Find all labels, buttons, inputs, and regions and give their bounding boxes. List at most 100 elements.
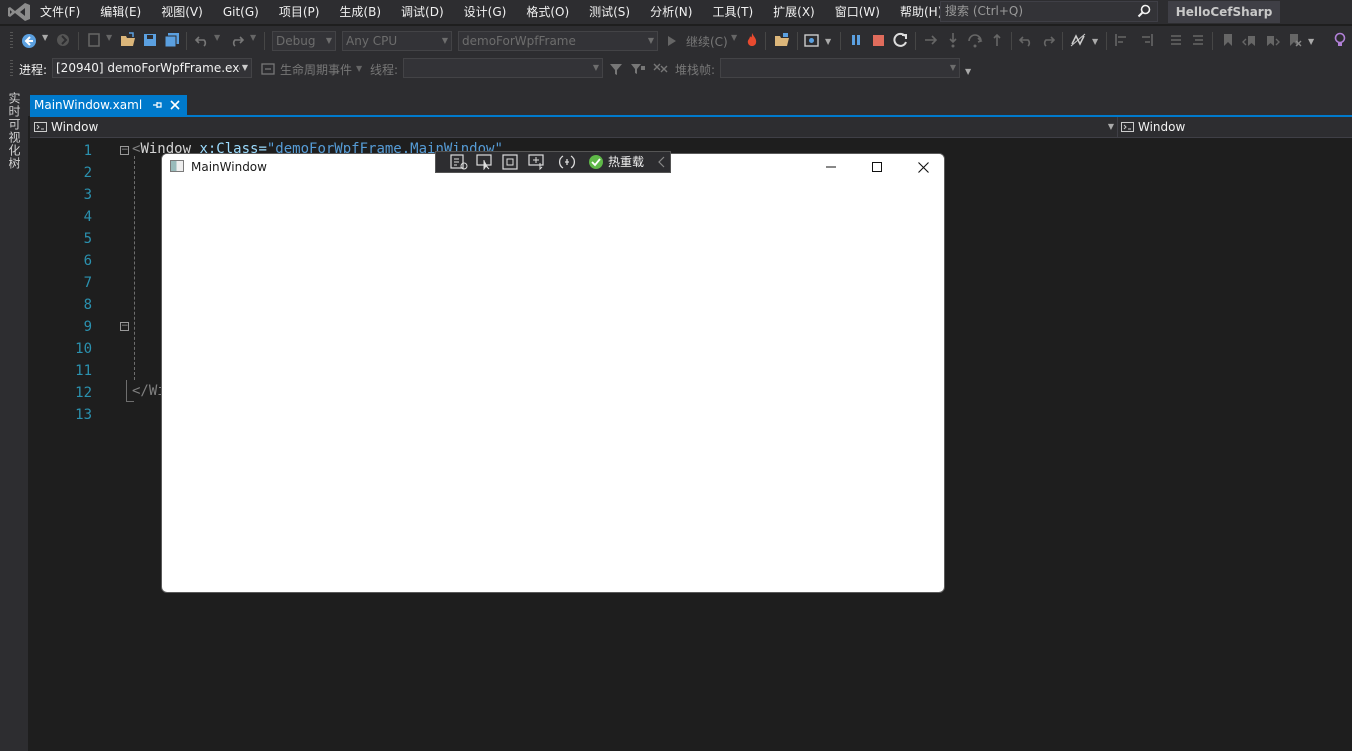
solution-name: HelloCefSharp — [1168, 1, 1280, 23]
separator — [186, 32, 187, 50]
live-visual-tree-tab[interactable]: 实时可视化树 — [6, 92, 23, 170]
separator — [765, 32, 766, 50]
toolbar-overflow-icon[interactable]: ▼ — [1308, 37, 1314, 46]
navigate-forward-icon[interactable] — [55, 32, 71, 48]
menu-analyze[interactable]: 分析(N) — [640, 0, 702, 24]
search-input[interactable]: 搜索 (Ctrl+Q) — [940, 1, 1158, 22]
toolbar-grip[interactable] — [10, 60, 13, 78]
menu-format[interactable]: 格式(O) — [516, 0, 579, 24]
open-folder-icon[interactable] — [774, 32, 790, 48]
minimize-button[interactable] — [808, 154, 854, 180]
process-select[interactable]: [20940] demoForWpfFrame.exe ▼ — [52, 58, 252, 78]
save-all-icon[interactable] — [164, 32, 180, 48]
step-over-icon[interactable] — [967, 32, 983, 48]
tab-mainwindow-xaml[interactable]: MainWindow.xaml — [30, 95, 187, 115]
break-all-icon[interactable] — [850, 34, 862, 46]
menu-tools[interactable]: 工具(T) — [702, 0, 763, 24]
maximize-button[interactable] — [854, 154, 900, 180]
collapse-region-toggle[interactable]: − — [120, 322, 129, 331]
new-project-icon[interactable] — [86, 32, 102, 48]
search-icon — [1137, 4, 1151, 18]
display-layout-adorners-icon[interactable] — [502, 154, 518, 170]
line-number: 5 — [83, 231, 92, 247]
uncomment-lines-icon[interactable] — [1190, 32, 1206, 48]
next-bookmark-icon[interactable] — [1264, 32, 1280, 48]
restart-icon[interactable] — [893, 32, 909, 48]
line-number: 6 — [83, 253, 92, 269]
stackframe-select[interactable]: ▼ — [720, 58, 960, 78]
bookmark-icon[interactable] — [1220, 32, 1236, 48]
screenshot-icon[interactable] — [804, 32, 820, 48]
screenshot-dropdown-icon[interactable]: ▼ — [825, 37, 831, 46]
toolbar-grip[interactable] — [10, 32, 13, 50]
menu-git[interactable]: Git(G) — [213, 0, 269, 24]
redo-dropdown-icon[interactable]: ▼ — [250, 33, 256, 42]
pin-icon[interactable] — [152, 100, 162, 110]
menu-edit[interactable]: 编辑(E) — [90, 0, 151, 24]
continue-play-icon[interactable] — [667, 35, 677, 47]
solution-configuration-select[interactable]: Debug ▼ — [272, 31, 336, 51]
hot-reload-flame-icon[interactable] — [745, 32, 759, 48]
solution-platform-select[interactable]: Any CPU ▼ — [342, 31, 452, 51]
diagnostic-tools-icon[interactable] — [1070, 32, 1086, 48]
undo-icon[interactable] — [194, 32, 210, 48]
redo-icon[interactable] — [1040, 32, 1056, 48]
menu-extensions[interactable]: 扩展(X) — [763, 0, 825, 24]
step-into-icon[interactable] — [945, 32, 961, 48]
navigate-back-icon[interactable] — [20, 32, 38, 50]
align-left-icon[interactable] — [1114, 32, 1130, 48]
close-icon[interactable] — [170, 100, 180, 110]
clear-bookmarks-icon[interactable] — [1286, 32, 1302, 48]
lifecycle-dropdown-icon[interactable]: ▼ — [356, 64, 362, 73]
show-flagged-threads-icon[interactable] — [652, 62, 668, 76]
menu-file[interactable]: 文件(F) — [30, 0, 90, 24]
menu-build[interactable]: 生成(B) — [329, 0, 391, 24]
menu-window[interactable]: 窗口(W) — [825, 0, 890, 24]
comment-lines-icon[interactable] — [1168, 32, 1184, 48]
nav-element-select[interactable]: Window ▼ — [34, 117, 1114, 137]
menu-view[interactable]: 视图(V) — [151, 0, 213, 24]
menu-debug[interactable]: 调试(D) — [391, 0, 454, 24]
new-dropdown-icon[interactable]: ▼ — [106, 33, 112, 42]
process-value: [20940] demoForWpfFrame.exe — [56, 61, 247, 75]
go-to-live-visual-tree-icon[interactable] — [450, 154, 468, 170]
lightbulb-icon[interactable] — [1333, 32, 1347, 48]
menu-test[interactable]: 测试(S) — [579, 0, 640, 24]
diagnostic-dropdown-icon[interactable]: ▼ — [1092, 37, 1098, 46]
save-icon[interactable] — [142, 32, 158, 48]
flag-filter-icon[interactable] — [630, 62, 646, 76]
hot-reload-label[interactable]: 热重载 — [608, 152, 644, 172]
undo-icon[interactable] — [1018, 32, 1034, 48]
stop-debugging-icon[interactable] — [873, 35, 884, 46]
collapse-region-toggle[interactable]: − — [120, 146, 129, 155]
select-element-icon[interactable] — [476, 154, 494, 170]
platform-value: Any CPU — [346, 34, 398, 48]
menu-project[interactable]: 项目(P) — [269, 0, 330, 24]
toolbar-overflow-icon[interactable]: ▼ — [965, 67, 971, 76]
binding-failures-icon[interactable] — [558, 154, 576, 170]
previous-bookmark-icon[interactable] — [1242, 32, 1258, 48]
startup-project-select[interactable]: demoForWpfFrame ▼ — [458, 31, 658, 51]
continue-dropdown-icon[interactable]: ▼ — [731, 33, 737, 42]
lifecycle-events-icon[interactable] — [261, 62, 275, 76]
track-focused-element-icon[interactable] — [528, 154, 546, 170]
xaml-element-icon — [1121, 122, 1134, 132]
show-next-statement-icon[interactable] — [923, 32, 939, 48]
running-app-window[interactable]: MainWindow — [161, 153, 945, 593]
menu-design[interactable]: 设计(G) — [454, 0, 517, 24]
continue-button[interactable]: 继续(C) — [686, 33, 728, 50]
undo-dropdown-icon[interactable]: ▼ — [214, 33, 220, 42]
outline-guide — [134, 156, 135, 380]
nav-member-select[interactable]: Window — [1117, 117, 1349, 137]
close-button[interactable] — [900, 154, 944, 180]
step-out-icon[interactable] — [989, 32, 1005, 48]
thread-select[interactable]: ▼ — [403, 58, 603, 78]
collapse-toolbar-chevron-icon[interactable] — [658, 156, 666, 168]
back-dropdown-icon[interactable]: ▼ — [42, 33, 48, 42]
open-folder-icon[interactable] — [120, 32, 136, 48]
redo-icon[interactable] — [229, 32, 245, 48]
align-right-icon[interactable] — [1138, 32, 1154, 48]
line-number: 7 — [83, 275, 92, 291]
lifecycle-events-button[interactable]: 生命周期事件 — [280, 61, 352, 78]
filter-icon[interactable] — [609, 62, 623, 76]
